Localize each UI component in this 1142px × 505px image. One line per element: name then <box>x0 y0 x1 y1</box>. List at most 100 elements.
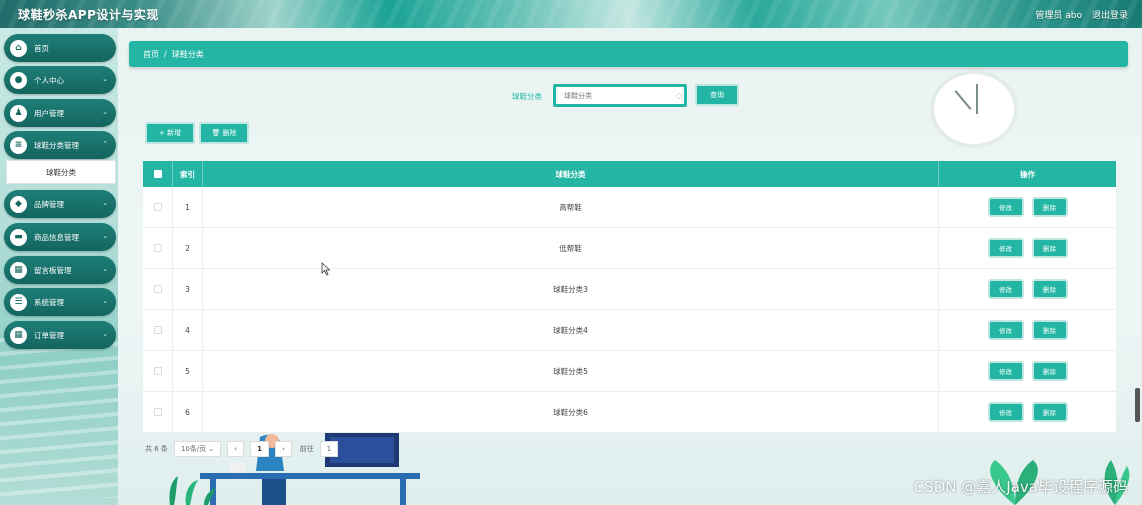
row-actions: 修改 删除 <box>939 228 1116 268</box>
users-icon: ♟ <box>10 104 27 122</box>
search-input[interactable] <box>564 91 674 100</box>
row-category-name: 球鞋分类4 <box>203 310 939 350</box>
sidebar-item-label: 球鞋分类管理 <box>34 140 79 150</box>
sidebar-item-profile[interactable]: ● 个人中心 ⌄ <box>4 66 116 94</box>
row-category-name: 高帮鞋 <box>203 187 939 227</box>
mouse-cursor-icon <box>321 262 331 276</box>
grid-icon: ▦ <box>10 261 27 279</box>
delete-button[interactable]: 删除 <box>1031 238 1068 258</box>
data-table: 索引 球鞋分类 操作 1 高帮鞋 修改 删除 2 低帮鞋 修改 删除 3 球鞋分… <box>143 161 1116 433</box>
row-index: 1 <box>173 187 203 227</box>
delete-button[interactable]: 删除 <box>1031 402 1068 422</box>
top-header: 球鞋秒杀APP设计与实现 管理员 abo 退出登录 <box>0 0 1142 28</box>
clock-decoration <box>930 70 1018 148</box>
batch-delete-button[interactable]: 🗑 删除 <box>199 122 249 144</box>
admin-label: 管理员 abo <box>1035 11 1082 21</box>
delete-button[interactable]: 删除 <box>1031 361 1068 381</box>
row-checkbox[interactable] <box>153 326 162 334</box>
edit-button[interactable]: 修改 <box>987 320 1024 340</box>
sidebar-item-home[interactable]: ⌂ 首页 <box>4 34 116 62</box>
delete-button[interactable]: 删除 <box>1031 279 1068 299</box>
edit-button[interactable]: 修改 <box>987 361 1024 381</box>
row-index: 4 <box>173 310 203 350</box>
chevron-left-icon: ‹ <box>234 445 238 453</box>
edit-button[interactable]: 修改 <box>987 279 1024 299</box>
row-check-cell[interactable] <box>143 310 173 350</box>
breadcrumb-home[interactable]: 首页 <box>143 49 159 60</box>
sidebar-item-brand[interactable]: ◆ 品牌管理 ⌄ <box>4 190 116 218</box>
add-button[interactable]: + 新增 <box>145 122 195 144</box>
row-checkbox[interactable] <box>153 367 162 375</box>
chevron-down-icon: ⌄ <box>208 445 215 453</box>
sidebar-item-orders[interactable]: ▦ 订单管理 ⌄ <box>4 321 116 349</box>
chevron-down-icon: ⌄ <box>102 232 108 240</box>
row-check-cell[interactable] <box>143 351 173 391</box>
watermark: CSDN @嘉人Java毕设程序源码 <box>913 478 1128 496</box>
current-page[interactable]: 1 <box>250 441 269 457</box>
row-actions: 修改 删除 <box>939 392 1116 432</box>
chevron-down-icon: ⌄ <box>102 199 108 207</box>
row-checkbox[interactable] <box>153 285 162 293</box>
header-actions: 管理员 abo 退出登录 <box>1035 8 1128 21</box>
row-check-cell[interactable] <box>143 392 173 432</box>
column-header-index: 索引 <box>173 161 203 187</box>
chevron-down-icon: ⌄ <box>102 297 108 305</box>
breadcrumb: 首页 / 球鞋分类 <box>129 41 1128 67</box>
breadcrumb-current: 球鞋分类 <box>171 49 204 59</box>
list-icon: ≡ <box>10 136 27 154</box>
search-field[interactable]: ○ <box>553 84 687 107</box>
search-label: 球鞋分类 <box>512 92 542 101</box>
sidebar-item-product[interactable]: ▬ 商品信息管理 ⌄ <box>4 223 116 251</box>
chevron-right-icon: › <box>281 445 285 453</box>
page-size-select[interactable]: 10条/页 ⌄ <box>173 441 222 457</box>
pagination: 共 6 条 10条/页 ⌄ ‹ 1 › 前往 1 <box>145 441 339 457</box>
table-row: 2 低帮鞋 修改 删除 <box>143 228 1116 269</box>
sidebar-item-label: 订单管理 <box>34 330 64 340</box>
sidebar-item-label: 系统管理 <box>34 297 64 307</box>
row-checkbox[interactable] <box>153 244 162 252</box>
sidebar-item-label: 品牌管理 <box>34 199 64 209</box>
row-index: 5 <box>173 351 203 391</box>
user-icon: ● <box>10 71 27 89</box>
sidebar-item-shoe-category[interactable]: ≡ 球鞋分类管理 ⌃ <box>4 131 116 159</box>
row-actions: 修改 删除 <box>939 351 1116 391</box>
edit-button[interactable]: 修改 <box>987 238 1024 258</box>
select-all-cell[interactable] <box>143 161 173 187</box>
chevron-down-icon: ⌄ <box>102 75 108 83</box>
sidebar-item-label: 用户管理 <box>34 108 64 118</box>
edit-button[interactable]: 修改 <box>987 402 1024 422</box>
prev-page-button[interactable]: ‹ <box>227 441 245 457</box>
sidebar-item-users[interactable]: ♟ 用户管理 ⌄ <box>4 99 116 127</box>
page-scrollbar[interactable] <box>1135 388 1140 422</box>
logout-link[interactable]: 退出登录 <box>1092 8 1128 21</box>
chevron-down-icon: ⌄ <box>102 108 108 116</box>
row-check-cell[interactable] <box>143 187 173 227</box>
row-checkbox[interactable] <box>153 408 162 416</box>
box-icon: ▬ <box>10 228 27 246</box>
table-row: 4 球鞋分类4 修改 删除 <box>143 310 1116 351</box>
delete-button[interactable]: 删除 <box>1031 197 1068 217</box>
sidebar-item-label: 个人中心 <box>34 75 64 85</box>
edit-button[interactable]: 修改 <box>987 197 1024 217</box>
query-button[interactable]: 查询 <box>695 84 739 106</box>
submenu-item-shoe-category[interactable]: 球鞋分类 <box>6 160 116 184</box>
sidebar-item-label: 首页 <box>34 43 49 53</box>
goto-page-input[interactable]: 1 <box>319 441 339 457</box>
row-check-cell[interactable] <box>143 269 173 309</box>
sidebar-item-messages[interactable]: ▦ 留言板管理 ⌄ <box>4 256 116 284</box>
home-icon: ⌂ <box>10 39 27 57</box>
row-check-cell[interactable] <box>143 228 173 268</box>
sidebar-item-system[interactable]: ☰ 系统管理 ⌄ <box>4 288 116 316</box>
row-category-name: 球鞋分类5 <box>203 351 939 391</box>
select-all-checkbox[interactable] <box>153 170 162 178</box>
chevron-down-icon: ⌄ <box>102 265 108 273</box>
app-title: 球鞋秒杀APP设计与实现 <box>18 8 159 22</box>
row-category-name: 球鞋分类6 <box>203 392 939 432</box>
plant-decoration <box>169 476 216 505</box>
delete-button[interactable]: 删除 <box>1031 320 1068 340</box>
row-checkbox[interactable] <box>153 203 162 211</box>
chevron-up-icon: ⌃ <box>102 140 108 148</box>
column-header-category: 球鞋分类 <box>203 161 939 187</box>
row-index: 3 <box>173 269 203 309</box>
next-page-button[interactable]: › <box>274 441 292 457</box>
